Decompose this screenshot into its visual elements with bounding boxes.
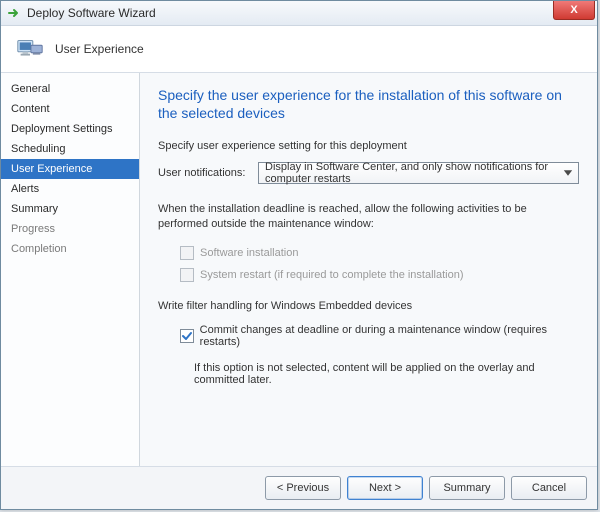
checkbox-icon <box>180 246 194 260</box>
nav-progress[interactable]: Progress <box>1 219 139 239</box>
wizard-page: Specify the user experience for the inst… <box>140 73 597 466</box>
cancel-button[interactable]: Cancel <box>511 476 587 500</box>
nav-scheduling[interactable]: Scheduling <box>1 139 139 159</box>
nav-deployment-settings[interactable]: Deployment Settings <box>1 119 139 139</box>
write-filter-heading: Write filter handling for Windows Embedd… <box>158 300 579 312</box>
nav-user-experience[interactable]: User Experience <box>1 159 139 179</box>
system-restart-checkbox: System restart (if required to complete … <box>180 268 579 282</box>
window-title: Deploy Software Wizard <box>27 6 156 20</box>
intro-text: Specify user experience setting for this… <box>158 140 579 152</box>
user-notifications-label: User notifications: <box>158 167 258 179</box>
user-notifications-row: User notifications: Display in Software … <box>158 162 579 184</box>
next-button[interactable]: Next > <box>347 476 423 500</box>
nav-general[interactable]: General <box>1 79 139 99</box>
wizard-nav: General Content Deployment Settings Sche… <box>1 73 140 466</box>
wizard-window: Deploy Software Wizard X User Experience… <box>0 0 598 510</box>
computer-icon <box>15 34 45 64</box>
wizard-arrow-icon <box>7 6 21 20</box>
checkbox-checked-icon <box>180 329 194 343</box>
summary-button[interactable]: Summary <box>429 476 505 500</box>
close-icon: X <box>570 4 577 16</box>
nav-completion[interactable]: Completion <box>1 239 139 259</box>
user-notifications-value: Display in Software Center, and only sho… <box>265 161 562 185</box>
nav-content[interactable]: Content <box>1 99 139 119</box>
user-notifications-dropdown[interactable]: Display in Software Center, and only sho… <box>258 162 579 184</box>
previous-button[interactable]: < Previous <box>265 476 341 500</box>
wizard-footer: < Previous Next > Summary Cancel <box>1 466 597 509</box>
page-title: Specify the user experience for the inst… <box>158 87 579 122</box>
nav-alerts[interactable]: Alerts <box>1 179 139 199</box>
nav-summary[interactable]: Summary <box>1 199 139 219</box>
checkbox-icon <box>180 268 194 282</box>
software-installation-checkbox: Software installation <box>180 246 579 260</box>
commit-changes-label: Commit changes at deadline or during a m… <box>200 324 579 348</box>
system-restart-label: System restart (if required to complete … <box>200 269 464 281</box>
commit-changes-checkbox[interactable]: Commit changes at deadline or during a m… <box>180 324 579 348</box>
wizard-header: User Experience <box>1 26 597 73</box>
chevron-down-icon <box>561 166 575 180</box>
close-button[interactable]: X <box>553 1 595 20</box>
header-label: User Experience <box>55 42 144 56</box>
titlebar: Deploy Software Wizard X <box>1 1 597 26</box>
deadline-text: When the installation deadline is reache… <box>158 202 579 232</box>
commit-note: If this option is not selected, content … <box>194 362 579 386</box>
software-installation-label: Software installation <box>200 247 298 259</box>
